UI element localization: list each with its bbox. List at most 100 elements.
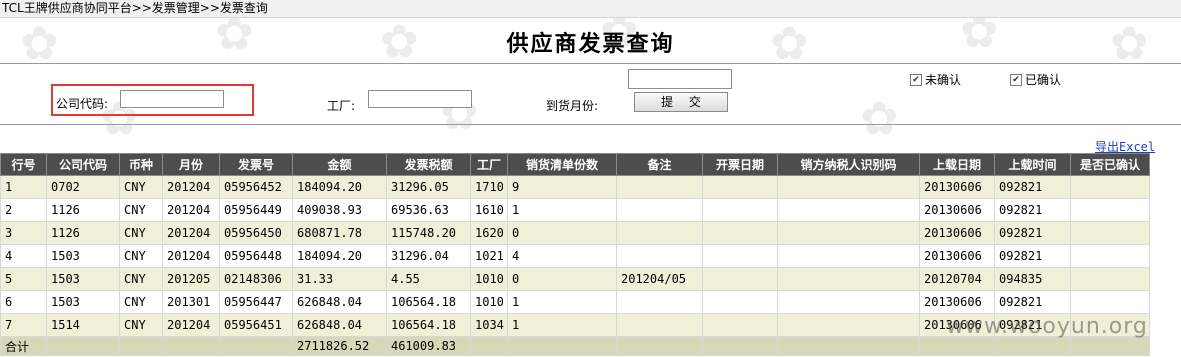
table-cell: 094835 xyxy=(994,267,1071,291)
table-cell: 20120704 xyxy=(919,267,995,291)
highlight-box xyxy=(51,84,254,116)
table-cell xyxy=(119,336,163,356)
table-cell xyxy=(616,175,703,199)
table-cell xyxy=(616,244,703,268)
table-cell xyxy=(777,313,920,337)
column-header[interactable]: 开票日期 xyxy=(702,153,778,176)
column-header[interactable]: 行号 xyxy=(0,153,47,176)
table-cell: CNY xyxy=(119,175,163,199)
table-cell: 5 xyxy=(0,267,47,291)
column-header[interactable]: 工厂 xyxy=(470,153,508,176)
table-cell: CNY xyxy=(119,290,163,314)
table-cell: 626848.04 xyxy=(292,313,387,337)
table-cell: 31296.04 xyxy=(386,244,471,268)
table-cell: 461009.83 xyxy=(386,336,471,356)
table-cell: 201204 xyxy=(162,221,220,245)
table-cell xyxy=(702,336,778,356)
table-cell: 2711826.52 xyxy=(292,336,387,356)
table-cell: 1514 xyxy=(46,313,120,337)
table-cell: 092821 xyxy=(994,221,1071,245)
table-cell: 31.33 xyxy=(292,267,387,291)
table-cell: 7 xyxy=(0,313,47,337)
table-cell: 184094.20 xyxy=(292,175,387,199)
column-header[interactable]: 月份 xyxy=(162,153,220,176)
table-cell xyxy=(777,336,920,356)
table-cell: 1710 xyxy=(470,175,508,199)
table-cell: 05956452 xyxy=(219,175,293,199)
column-header[interactable]: 公司代码 xyxy=(46,153,120,176)
table-cell: 1126 xyxy=(46,198,120,222)
table-cell xyxy=(702,175,778,199)
column-header[interactable]: 上载时间 xyxy=(994,153,1071,176)
table-cell xyxy=(702,221,778,245)
table-cell: 092821 xyxy=(994,244,1071,268)
arrival-month-input[interactable] xyxy=(628,69,732,89)
arrival-month-label: 到货月份: xyxy=(546,99,599,113)
checkmark-icon: ✔ xyxy=(1010,73,1022,86)
table-body: 1 0702 CNY 201204 05956452 184094.20 31296.05 1… xyxy=(0,175,1150,337)
table-cell: 201204 xyxy=(162,175,220,199)
table-cell: 1126 xyxy=(46,221,120,245)
table-cell: 409038.93 xyxy=(292,198,387,222)
table-cell: 20130606 xyxy=(919,198,995,222)
table-cell xyxy=(616,221,703,245)
table-cell xyxy=(507,336,617,356)
table-cell xyxy=(994,336,1071,356)
table-cell: 1010 xyxy=(470,290,508,314)
submit-button[interactable]: 提 交 xyxy=(634,92,728,112)
table-cell: 4.55 xyxy=(386,267,471,291)
table-cell: 1 xyxy=(0,175,47,199)
table-row: 2 1126 CNY 201204 05956449 409038.93 69536.63 1… xyxy=(0,198,1150,222)
confirmed-checkbox[interactable]: ✔ 已确认 xyxy=(1010,71,1061,88)
table-cell xyxy=(1070,198,1150,222)
table-cell: 05956448 xyxy=(219,244,293,268)
table-cell xyxy=(777,221,920,245)
table-cell xyxy=(777,175,920,199)
table-cell xyxy=(777,290,920,314)
table-cell: 05956451 xyxy=(219,313,293,337)
table-cell: CNY xyxy=(119,221,163,245)
column-header[interactable]: 备注 xyxy=(616,153,703,176)
table-cell xyxy=(777,198,920,222)
table-cell: 1503 xyxy=(46,244,120,268)
factory-input[interactable] xyxy=(368,90,472,108)
table-cell xyxy=(1070,267,1150,291)
table-cell: 0 xyxy=(507,221,617,245)
table-cell: 1503 xyxy=(46,290,120,314)
table-cell xyxy=(702,198,778,222)
column-header[interactable]: 销方纳税人识别码 xyxy=(777,153,920,176)
column-header[interactable]: 销货清单份数 xyxy=(507,153,617,176)
table-header-row: 行号 公司代码 币种 月份 发票号 金额 发票税额 工厂 销货清单份数 备注 开… xyxy=(0,153,1150,176)
column-header[interactable]: 币种 xyxy=(119,153,163,176)
table-cell: 02148306 xyxy=(219,267,293,291)
column-header[interactable]: 上载日期 xyxy=(919,153,995,176)
table-cell xyxy=(1070,244,1150,268)
table-cell: 20130606 xyxy=(919,175,995,199)
table-cell: 0 xyxy=(507,267,617,291)
table-cell: CNY xyxy=(119,313,163,337)
table-cell: 4 xyxy=(507,244,617,268)
table-cell xyxy=(1070,336,1150,356)
table-cell: 115748.20 xyxy=(386,221,471,245)
table-cell xyxy=(616,198,703,222)
factory-label: 工厂: xyxy=(327,99,356,113)
table-cell xyxy=(1070,290,1150,314)
unconfirmed-checkbox[interactable]: ✔ 未确认 xyxy=(910,71,961,88)
table-cell xyxy=(702,244,778,268)
table-cell xyxy=(162,336,220,356)
column-header[interactable]: 是否已确认 xyxy=(1070,153,1150,176)
column-header[interactable]: 金额 xyxy=(292,153,387,176)
table-cell xyxy=(919,336,995,356)
table-cell xyxy=(702,290,778,314)
table-cell: 2 xyxy=(0,198,47,222)
table-cell: 05956450 xyxy=(219,221,293,245)
column-header[interactable]: 发票号 xyxy=(219,153,293,176)
table-cell: 1021 xyxy=(470,244,508,268)
table-cell: 1 xyxy=(507,290,617,314)
table-cell: 092821 xyxy=(994,175,1071,199)
table-cell: CNY xyxy=(119,244,163,268)
table-cell: 1620 xyxy=(470,221,508,245)
column-header[interactable]: 发票税额 xyxy=(386,153,471,176)
checkmark-icon: ✔ xyxy=(910,73,922,86)
table-cell: 05956447 xyxy=(219,290,293,314)
